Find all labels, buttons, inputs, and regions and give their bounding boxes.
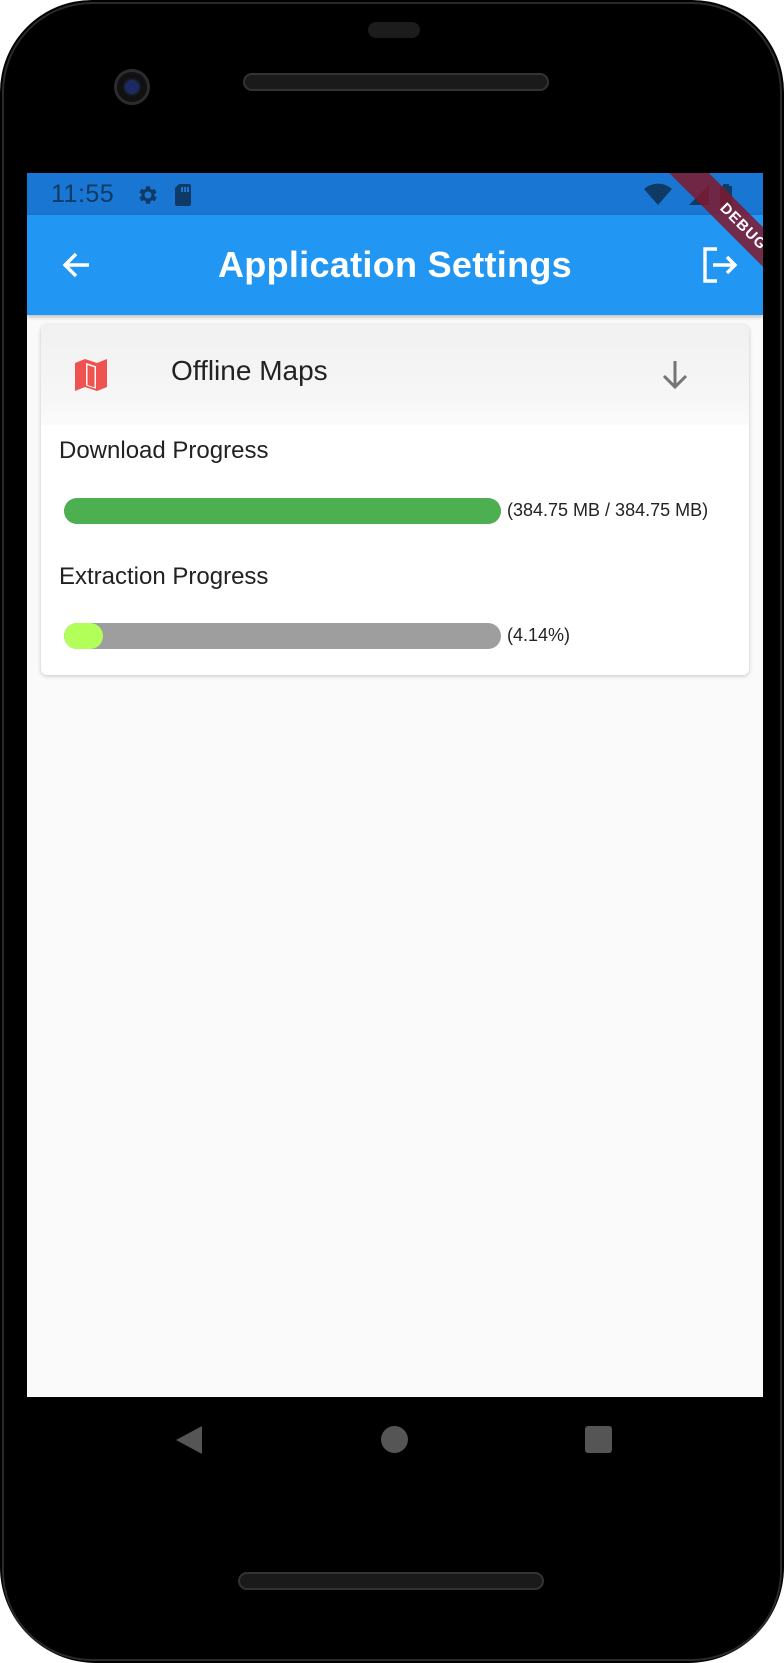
screen: 11:55 Application Settings DEBUG Offline… [27, 173, 763, 1397]
battery-icon [719, 183, 733, 212]
download-progress-fill [64, 498, 501, 524]
front-camera [114, 69, 150, 105]
app-bar: Application Settings [27, 215, 763, 315]
map-icon [73, 357, 109, 398]
extraction-progress-bar [64, 623, 501, 649]
back-button[interactable] [53, 241, 101, 289]
arrow-down-icon [657, 357, 693, 398]
extraction-progress-fill [64, 623, 104, 649]
offline-maps-card: Offline Maps Download Progress (384.75 M… [41, 325, 749, 675]
status-time: 11:55 [51, 180, 115, 208]
extraction-progress-label: Extraction Progress [59, 563, 269, 590]
offline-maps-header[interactable]: Offline Maps [41, 325, 749, 425]
status-bar: 11:55 [27, 173, 763, 215]
phone-frame: 11:55 Application Settings DEBUG Offline… [0, 0, 784, 1663]
download-progress-bar [64, 498, 501, 524]
earpiece [368, 22, 420, 38]
triangle-back-icon [176, 1426, 202, 1454]
nav-recents-button[interactable] [585, 1426, 612, 1453]
nav-back-button[interactable] [174, 1424, 204, 1461]
wifi-icon [643, 183, 673, 212]
extraction-progress-value: (4.14%) [507, 625, 571, 645]
settings-icon [135, 183, 159, 212]
arrow-back-icon [62, 252, 89, 278]
signal-icon [689, 183, 709, 212]
offline-maps-title: Offline Maps [171, 355, 328, 386]
bottom-speaker-grille [238, 1572, 544, 1590]
download-progress-label: Download Progress [59, 437, 269, 464]
logout-button[interactable] [695, 241, 743, 289]
download-progress-value: (384.75 MB / 384.75 MB) [507, 500, 709, 520]
nav-home-button[interactable] [381, 1426, 408, 1453]
page-title: Application Settings [217, 244, 572, 285]
sd-card-icon [173, 183, 193, 212]
logout-icon [703, 247, 738, 283]
top-speaker-grille [243, 73, 549, 91]
